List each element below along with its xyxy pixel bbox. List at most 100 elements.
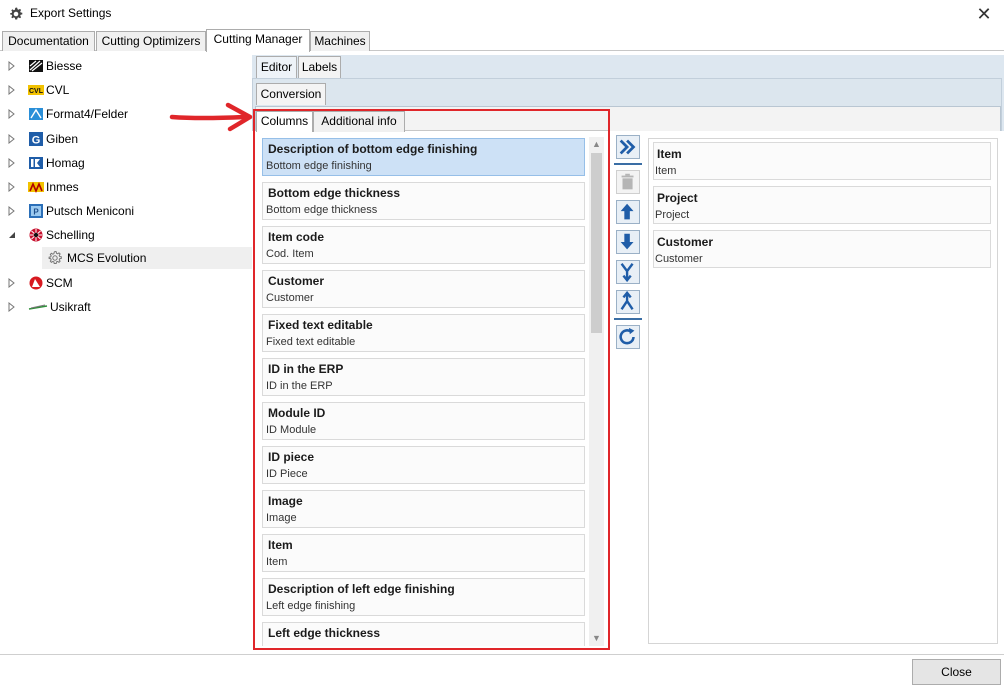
list-item[interactable]: Customer Customer	[653, 230, 991, 268]
machine-tree: Biesse CVL CVL Format4/Felder G Giben Ho…	[0, 53, 252, 653]
tree-item-label: Biesse	[46, 59, 83, 73]
window-title: Export Settings	[30, 6, 112, 20]
tree-item-schelling[interactable]: Schelling	[0, 224, 252, 246]
list-item[interactable]: Bottom edge thickness Bottom edge thickn…	[262, 182, 585, 220]
arrow-down-icon	[620, 233, 634, 250]
available-columns-list[interactable]: Description of bottom edge finishing Bot…	[257, 133, 607, 646]
tree-item-putsch-meniconi[interactable]: P Putsch Meniconi	[0, 200, 252, 222]
reset-button[interactable]	[616, 325, 640, 349]
expand-arrow-icon[interactable]	[8, 182, 16, 192]
list-item[interactable]: Image Image	[262, 490, 585, 528]
column-label: ID Module	[266, 424, 317, 436]
list-item[interactable]: Fixed text editable Fixed text editable	[262, 314, 585, 352]
tree-item-biesse[interactable]: Biesse	[0, 55, 252, 77]
dialog-footer: Close	[0, 654, 1004, 686]
column-label: Fixed text editable	[266, 336, 356, 348]
putsch-logo-icon: P	[29, 204, 43, 218]
tree-item-cvl[interactable]: CVL CVL	[0, 79, 252, 101]
column-name: Left edge thickness	[268, 626, 381, 640]
close-button[interactable]: Close	[912, 659, 1001, 685]
tree-item-scm[interactable]: SCM	[0, 272, 252, 294]
svg-text:CVL: CVL	[29, 88, 44, 95]
scroll-thumb[interactable]	[591, 153, 602, 333]
tree-item-label: Homag	[46, 156, 85, 170]
toolbar-separator	[614, 318, 642, 320]
merge-button[interactable]	[616, 260, 640, 284]
list-item[interactable]: Item code Cod. Item	[262, 226, 585, 264]
expand-arrow-icon[interactable]	[8, 134, 16, 144]
expand-arrow-icon[interactable]	[8, 302, 16, 312]
list-item[interactable]: Item Item	[653, 142, 991, 180]
tab-labels[interactable]: Labels	[298, 56, 341, 78]
svg-text:P: P	[33, 208, 39, 217]
cvl-logo-icon: CVL	[28, 85, 44, 95]
gear-icon	[48, 250, 62, 264]
list-item[interactable]: Left edge thickness	[262, 622, 585, 646]
tree-item-mcs-evolution[interactable]: MCS Evolution	[42, 247, 252, 269]
column-name: ID in the ERP	[268, 362, 344, 376]
refresh-icon	[619, 327, 635, 345]
selected-columns-list[interactable]: Item Item Project Project Customer Custo…	[648, 138, 998, 644]
arrow-up-icon	[620, 203, 634, 220]
column-label: ID in the ERP	[266, 380, 333, 392]
column-label: Project	[655, 209, 690, 221]
tree-item-usikraft[interactable]: Usikraft	[0, 296, 252, 318]
tree-item-label: MCS Evolution	[67, 251, 147, 265]
column-name: Image	[268, 494, 303, 508]
column-name: ID piece	[268, 450, 315, 464]
collapse-arrow-icon[interactable]	[8, 230, 16, 240]
split-button[interactable]	[616, 290, 640, 314]
add-all-button[interactable]	[616, 135, 640, 159]
move-down-button[interactable]	[616, 230, 640, 254]
tree-item-label: Usikraft	[50, 300, 91, 314]
column-name: Item	[657, 147, 682, 161]
column-label: Bottom edge finishing	[266, 160, 372, 172]
list-item[interactable]: Project Project	[653, 186, 991, 224]
column-name: Customer	[268, 274, 325, 288]
column-label: ID Piece	[266, 468, 308, 480]
list-item[interactable]: ID piece ID Piece	[262, 446, 585, 484]
list-item[interactable]: Description of left edge finishing Left …	[262, 578, 585, 616]
expand-arrow-icon[interactable]	[8, 158, 16, 168]
export-settings-window: Export Settings ✕ Documentation Cutting …	[0, 0, 1004, 686]
red-arrow-icon	[169, 102, 253, 132]
column-name: Module ID	[268, 406, 326, 420]
expand-arrow-icon[interactable]	[8, 85, 16, 95]
tab-editor[interactable]: Editor	[256, 56, 297, 78]
list-item[interactable]: Description of bottom edge finishing Bot…	[262, 138, 585, 176]
window-close-button[interactable]: ✕	[972, 2, 996, 26]
tab-machines[interactable]: Machines	[310, 31, 370, 51]
tab-columns[interactable]: Columns	[256, 111, 313, 132]
tab-cutting-manager[interactable]: Cutting Manager	[206, 29, 310, 52]
list-item[interactable]: ID in the ERP ID in the ERP	[262, 358, 585, 396]
list-item[interactable]: Customer Customer	[262, 270, 585, 308]
list-item[interactable]: Item Item	[262, 534, 585, 572]
vertical-scrollbar[interactable]: ▲ ▼	[589, 137, 604, 646]
scroll-up-icon[interactable]: ▲	[589, 137, 604, 152]
column-label: Left edge finishing	[266, 600, 356, 612]
tree-item-homag[interactable]: Homag	[0, 152, 252, 174]
tree-item-inmes[interactable]: Inmes	[0, 176, 252, 198]
tree-item-label: CVL	[46, 83, 70, 97]
tab-additional-info[interactable]: Additional info	[313, 111, 405, 132]
list-item[interactable]: Module ID ID Module	[262, 402, 585, 440]
expand-arrow-icon[interactable]	[8, 206, 16, 216]
column-name: Description of bottom edge finishing	[268, 142, 478, 156]
toolbar-separator	[614, 163, 642, 165]
expand-arrow-icon[interactable]	[8, 109, 16, 119]
move-up-button[interactable]	[616, 200, 640, 224]
tab-documentation[interactable]: Documentation	[2, 31, 95, 51]
format4-logo-icon	[29, 108, 43, 120]
tree-item-label: SCM	[46, 276, 73, 290]
tab-conversion[interactable]: Conversion	[256, 83, 326, 105]
scroll-down-icon[interactable]: ▼	[589, 631, 604, 646]
homag-logo-icon	[29, 157, 43, 169]
delete-button[interactable]	[616, 170, 640, 194]
trash-icon	[621, 173, 634, 190]
expand-arrow-icon[interactable]	[8, 278, 16, 288]
column-label: Customer	[266, 292, 314, 304]
expand-arrow-icon[interactable]	[8, 61, 16, 71]
column-name: Project	[657, 191, 698, 205]
column-label: Customer	[655, 253, 703, 265]
tab-cutting-optimizers[interactable]: Cutting Optimizers	[96, 31, 206, 51]
